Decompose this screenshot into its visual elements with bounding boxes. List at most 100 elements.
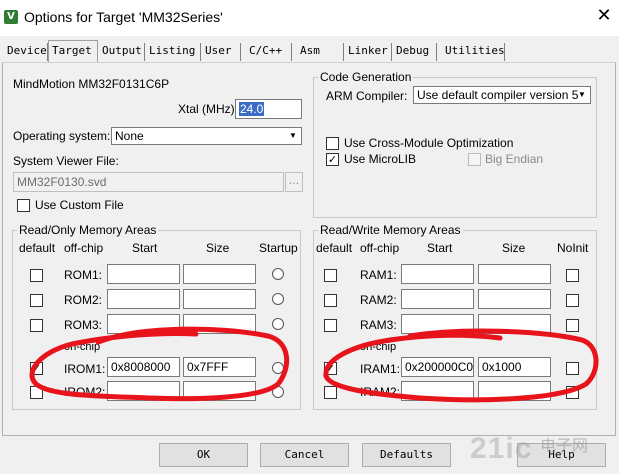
irom1-default-checkbox[interactable]: ✓ [30, 362, 43, 375]
rom3-default-checkbox[interactable] [30, 319, 43, 332]
xtal-input[interactable]: 24.0 [235, 99, 302, 119]
iram1-noinit-checkbox[interactable] [566, 362, 579, 375]
watermark-logo: 21ic [470, 432, 533, 465]
iram2-start-input[interactable] [401, 381, 474, 401]
svd-input[interactable]: MM32F0130.svd [13, 172, 284, 192]
ram1-size-input[interactable] [478, 264, 551, 284]
chevron-down-icon: ▼ [289, 131, 297, 140]
rom3-start-input[interactable] [107, 314, 180, 334]
rom1-size-input[interactable] [183, 264, 256, 284]
ram2-start-input[interactable] [401, 289, 474, 309]
tab-device[interactable]: Device [4, 43, 48, 61]
ram-header-default: default [316, 241, 353, 255]
rom-onchip-label: on-chip [64, 341, 101, 353]
iram1-size-input[interactable]: 0x1000 [478, 357, 551, 377]
checkmark-icon: ✓ [31, 362, 42, 375]
microlib-label: Use MicroLIB [344, 152, 417, 166]
iram1-start-input[interactable]: 0x200000C0 [401, 357, 474, 377]
ram2-default-checkbox[interactable] [324, 294, 337, 307]
ram1-start-input[interactable] [401, 264, 474, 284]
custom-file-checkbox[interactable] [17, 199, 30, 212]
rom1-default-checkbox[interactable] [30, 269, 43, 282]
iram1-default-checkbox[interactable]: ✓ [324, 362, 337, 375]
rom1-label: ROM1: [64, 268, 103, 282]
rom-header-start: Start [132, 241, 158, 255]
rom1-startup-radio[interactable] [272, 268, 284, 280]
checkmark-icon: ✓ [327, 153, 338, 166]
rom-header-default: default [19, 241, 56, 255]
xtal-value: 24.0 [239, 102, 265, 116]
rom2-label: ROM2: [64, 293, 103, 307]
compiler-value: Use default compiler version 5 [417, 88, 579, 102]
rom-header-startup: Startup [259, 241, 298, 255]
big-endian-checkbox[interactable] [468, 153, 481, 166]
rom-header-offchip: off-chip [64, 241, 104, 255]
cancel-button[interactable]: Cancel [260, 443, 349, 467]
close-icon[interactable]: ✕ [594, 5, 614, 27]
tab-c-cpp[interactable]: C/C++ [246, 43, 292, 61]
tab-utilities[interactable]: Utilities [442, 43, 505, 61]
ram-group-title: Read/Write Memory Areas [318, 223, 463, 237]
rom2-start-input[interactable] [107, 289, 180, 309]
irom2-default-checkbox[interactable] [30, 386, 43, 399]
tab-user[interactable]: User [202, 43, 241, 61]
device-name: MindMotion MM32F0131C6P [13, 77, 170, 91]
rom2-size-input[interactable] [183, 289, 256, 309]
compiler-label: ARM Compiler: [326, 89, 408, 103]
custom-file-label: Use Custom File [35, 198, 124, 212]
ram-header-offchip: off-chip [360, 241, 400, 255]
ram3-default-checkbox[interactable] [324, 319, 337, 332]
big-endian-label: Big Endian [485, 152, 544, 166]
defaults-button[interactable]: Defaults [362, 443, 451, 467]
iram2-noinit-checkbox[interactable] [566, 386, 579, 399]
ram1-noinit-checkbox[interactable] [566, 269, 579, 282]
rom3-label: ROM3: [64, 318, 103, 332]
svd-label: System Viewer File: [13, 154, 119, 168]
tab-listing[interactable]: Listing [146, 43, 201, 61]
rom3-startup-radio[interactable] [272, 318, 284, 330]
irom1-startup-radio[interactable] [272, 362, 284, 374]
tab-bar: Device Target Output Listing User C/C++ … [0, 40, 619, 64]
ram1-default-checkbox[interactable] [324, 269, 337, 282]
tab-asm[interactable]: Asm [297, 43, 344, 61]
irom2-label: IROM2: [64, 385, 106, 399]
rom2-default-checkbox[interactable] [30, 294, 43, 307]
ram3-size-input[interactable] [478, 314, 551, 334]
rom1-start-input[interactable] [107, 264, 180, 284]
os-select[interactable]: None ▼ [111, 127, 302, 145]
irom2-start-input[interactable] [107, 381, 180, 401]
os-value: None [115, 129, 144, 143]
tab-target[interactable]: Target [48, 40, 98, 62]
ram1-label: RAM1: [360, 268, 397, 282]
tab-debug[interactable]: Debug [393, 43, 437, 61]
tab-output[interactable]: Output [99, 43, 145, 61]
irom1-label: IROM1: [64, 362, 106, 376]
ram-header-size: Size [502, 241, 526, 255]
ram2-size-input[interactable] [478, 289, 551, 309]
ram2-label: RAM2: [360, 293, 397, 307]
ram-onchip-label: on-chip [360, 341, 397, 353]
ram3-label: RAM3: [360, 318, 397, 332]
rom-header-size: Size [206, 241, 230, 255]
ram2-noinit-checkbox[interactable] [566, 294, 579, 307]
svd-browse-button[interactable]: ... [285, 172, 303, 192]
ok-button[interactable]: OK [159, 443, 248, 467]
iram2-default-checkbox[interactable] [324, 386, 337, 399]
ram3-start-input[interactable] [401, 314, 474, 334]
ram3-noinit-checkbox[interactable] [566, 319, 579, 332]
rom-group-title: Read/Only Memory Areas [17, 223, 159, 237]
compiler-select[interactable]: Use default compiler version 5 ▼ [413, 86, 591, 104]
microlib-checkbox[interactable]: ✓ [326, 153, 339, 166]
iram2-size-input[interactable] [478, 381, 551, 401]
irom2-startup-radio[interactable] [272, 386, 284, 398]
rom3-size-input[interactable] [183, 314, 256, 334]
chevron-down-icon: ▼ [578, 90, 586, 99]
tab-linker[interactable]: Linker [345, 43, 392, 61]
irom1-start-input[interactable]: 0x8008000 [107, 357, 180, 377]
irom2-size-input[interactable] [183, 381, 256, 401]
xtal-label: Xtal (MHz): [178, 102, 238, 116]
window-title: Options for Target 'MM32Series' [24, 9, 223, 25]
irom1-size-input[interactable]: 0x7FFF [183, 357, 256, 377]
rom2-startup-radio[interactable] [272, 293, 284, 305]
cross-module-checkbox[interactable] [326, 137, 339, 150]
